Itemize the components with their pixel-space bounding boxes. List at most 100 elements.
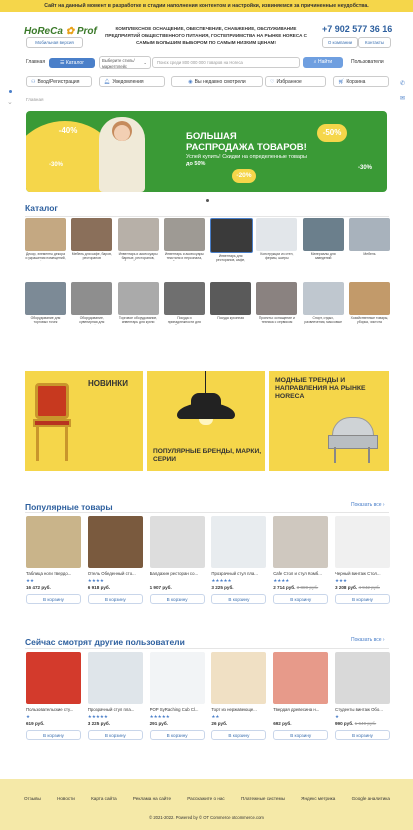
catalog-tile[interactable]: Материалы для заведений xyxy=(302,218,344,264)
about-button[interactable]: О компании xyxy=(322,37,358,48)
product-name[interactable]: Твердая древесина н... xyxy=(273,707,328,712)
product-image[interactable] xyxy=(26,652,81,704)
catalog-tile[interactable]: Инвентарь и аксессуары барные, ресторано… xyxy=(117,218,159,264)
product-name[interactable]: Прозрачный стул пла... xyxy=(211,571,266,576)
catalog-tile[interactable]: Проекты: оснащение и техника с сервисом xyxy=(256,282,298,328)
contacts-button[interactable]: Контакты xyxy=(358,37,391,48)
catalog-button[interactable]: ☰ Каталог xyxy=(49,58,95,68)
product-image[interactable] xyxy=(149,516,205,568)
add-to-cart-button[interactable]: В корзину xyxy=(211,594,267,604)
catalog-tile[interactable]: Спорт, отдых, развлечения, массовые меро… xyxy=(302,282,344,328)
add-to-cart-button[interactable]: В корзину xyxy=(87,594,143,604)
catalog-tile[interactable]: Оборудование для торговых точек xyxy=(25,282,66,328)
product-image[interactable] xyxy=(211,516,267,568)
favorites-button[interactable]: ♡ Избранное xyxy=(265,76,326,87)
product-name[interactable]: Студенты винтаж Обо... xyxy=(335,707,390,712)
find-button[interactable]: ⌕ Найти xyxy=(303,57,343,68)
user-icon: ⚇ xyxy=(31,79,36,85)
cart-button[interactable]: 🛒︎ Корзина xyxy=(333,76,389,87)
phone-number[interactable]: +7 902 577 36 16 xyxy=(322,24,392,34)
product-card[interactable]: Твердая древесина н... 692 руб. В корзину xyxy=(273,652,329,740)
catalog-tile[interactable]: Торговое оборудование, инвентарь для кух… xyxy=(117,282,159,328)
footer-link[interactable]: Карта сайта xyxy=(91,796,117,801)
mobile-version-button[interactable]: Мобильная версия xyxy=(26,37,83,48)
promo-brands[interactable]: ПОПУЛЯРНЫЕ БРЕНДЫ, МАРКИ, СЕРИИ xyxy=(147,371,265,471)
product-name[interactable]: Балдахин ресторан со... xyxy=(150,571,205,576)
product-card[interactable]: Отель Обеденный сто... ★★★★ 6 918 руб. В к… xyxy=(87,516,143,604)
product-name[interactable]: Отель Обеденный сто... xyxy=(88,571,143,576)
site-logo[interactable]: HoReCa ✿ Prof xyxy=(24,26,97,37)
add-to-cart-button[interactable]: В корзину xyxy=(334,730,390,740)
style-select[interactable]: Выберите стиль/ маркетплейс ⌄ xyxy=(99,56,151,69)
catalog-tile[interactable]: Декор, элементы декора и украшения помещ… xyxy=(25,218,66,264)
nav-home[interactable]: Главная xyxy=(26,59,45,65)
add-to-cart-button[interactable]: В корзину xyxy=(334,594,390,604)
add-to-cart-button[interactable]: В корзину xyxy=(149,730,205,740)
catalog-tile[interactable]: Инвентарь и аксессуары текстиля и персон… xyxy=(163,218,205,264)
product-name[interactable]: Cafe Стол и стул Комб... xyxy=(273,571,328,576)
product-card[interactable]: POP SyRaching Cub Cl... ★★★★★ 291 руб. В к… xyxy=(149,652,205,740)
login-button[interactable]: ⚇ Вход/Регистрация xyxy=(26,76,92,87)
product-name[interactable]: Черный винтаж Стол... xyxy=(335,571,390,576)
product-card[interactable]: Cafe Стол и стул Комб... ★★★★ 2 714 руб. 3… xyxy=(273,516,329,604)
product-image[interactable] xyxy=(334,652,390,704)
add-to-cart-button[interactable]: В корзину xyxy=(26,730,81,740)
product-card[interactable]: Прозрачный стул пла... ★★★★★ 3 225 руб. В … xyxy=(87,652,143,740)
breadcrumb[interactable]: Главная xyxy=(26,97,43,102)
popular-show-all-link[interactable]: Показать все › xyxy=(351,502,385,508)
catalog-tile[interactable]: Оборудование, сувенирная для интерьера и… xyxy=(71,282,113,328)
product-image[interactable] xyxy=(273,516,329,568)
product-image[interactable] xyxy=(87,652,143,704)
product-name[interactable]: Пользовательские сту... xyxy=(26,707,81,712)
product-card[interactable]: Торт из нержавеюще... ★★ 26 руб. В корзину xyxy=(211,652,267,740)
product-card[interactable]: Студенты винтаж Обо... ★ 990 руб. 1 649 ру… xyxy=(334,652,390,740)
footer-link[interactable]: Новости xyxy=(57,796,75,801)
add-to-cart-button[interactable]: В корзину xyxy=(273,730,329,740)
catalog-tile[interactable]: Хозяйственные товары, уборка, чистота xyxy=(348,282,390,328)
product-image[interactable] xyxy=(26,516,81,568)
footer-link[interactable]: Платежные системы xyxy=(241,796,285,801)
catalog-tile[interactable]: Мебель для кафе, баров, ресторанов xyxy=(71,218,113,264)
product-image[interactable] xyxy=(149,652,205,704)
add-to-cart-button[interactable]: В корзину xyxy=(149,594,205,604)
others-show-all-link[interactable]: Показать все › xyxy=(351,637,385,643)
product-card[interactable]: Черный винтаж Стол... ★★★ 3 208 руб. 4 942… xyxy=(334,516,390,604)
add-to-cart-button[interactable]: В корзину xyxy=(26,594,81,604)
product-card[interactable]: Прозрачный стул пла... ★★★★★ 3 225 руб. В … xyxy=(211,516,267,604)
catalog-tile[interactable]: Посуда и принадлежности для обслуживания xyxy=(163,282,205,328)
product-name[interactable]: Таблица ноги твердо... xyxy=(26,571,81,576)
product-name[interactable]: Торт из нержавеюще... xyxy=(211,707,266,712)
viewed-button[interactable]: ◉ Вы недавно смотрели xyxy=(171,76,263,87)
add-to-cart-button[interactable]: В корзину xyxy=(211,730,267,740)
product-image[interactable] xyxy=(87,516,143,568)
chat-side-icon[interactable]: ✉ xyxy=(400,95,405,102)
add-to-cart-button[interactable]: В корзину xyxy=(87,730,143,740)
add-to-cart-button[interactable]: В корзину xyxy=(273,594,329,604)
chevron-down-icon[interactable]: ⌄ xyxy=(7,98,13,106)
footer-link[interactable]: Отзывы xyxy=(24,796,41,801)
footer-link[interactable]: Расскажите о нас xyxy=(187,796,224,801)
footer-link[interactable]: Яндекс метрика xyxy=(301,796,335,801)
product-image[interactable] xyxy=(273,652,329,704)
catalog-tile[interactable]: Мебель xyxy=(348,218,390,264)
banner-pager-dot[interactable] xyxy=(206,199,209,202)
catalog-tile[interactable]: Конструкции из стен, фермы, шатры xyxy=(256,218,298,264)
footer-link[interactable]: Реклама на сайте xyxy=(133,796,171,801)
catalog-tile[interactable]: Посуда кухонная xyxy=(210,282,252,328)
product-image[interactable] xyxy=(211,652,267,704)
notifications-button[interactable]: 🔔︎ Уведомления xyxy=(99,76,165,87)
promo-trends[interactable]: МОДНЫЕ ТРЕНДЫ И НАПРАВЛЕНИЯ НА РЫНКЕ HOR… xyxy=(269,371,389,471)
catalog-tile[interactable]: Инвентарь для ресторанов, кафе, горячих … xyxy=(210,218,254,264)
nav-users[interactable]: Пользователи xyxy=(351,59,384,65)
search-input[interactable]: Поиск среди 800 000 000 товаров на Horec… xyxy=(152,57,300,68)
product-card[interactable]: Пользовательские сту... ★ 619 руб. В корзи… xyxy=(26,652,81,740)
product-name[interactable]: Прозрачный стул пла... xyxy=(88,707,143,712)
promo-new[interactable]: НОВИНКИ xyxy=(25,371,143,471)
product-card[interactable]: Балдахин ресторан со... 1 907 руб. В корз… xyxy=(149,516,205,604)
slider-dot[interactable] xyxy=(9,90,12,93)
phone-side-icon[interactable]: ✆ xyxy=(400,80,405,87)
product-image[interactable] xyxy=(334,516,390,568)
footer-link[interactable]: Google аналитика xyxy=(352,796,390,801)
product-card[interactable]: Таблица ноги твердо... ★★ 16 472 руб. В ко… xyxy=(26,516,81,604)
product-name[interactable]: POP SyRaching Cub Cl... xyxy=(150,707,205,712)
